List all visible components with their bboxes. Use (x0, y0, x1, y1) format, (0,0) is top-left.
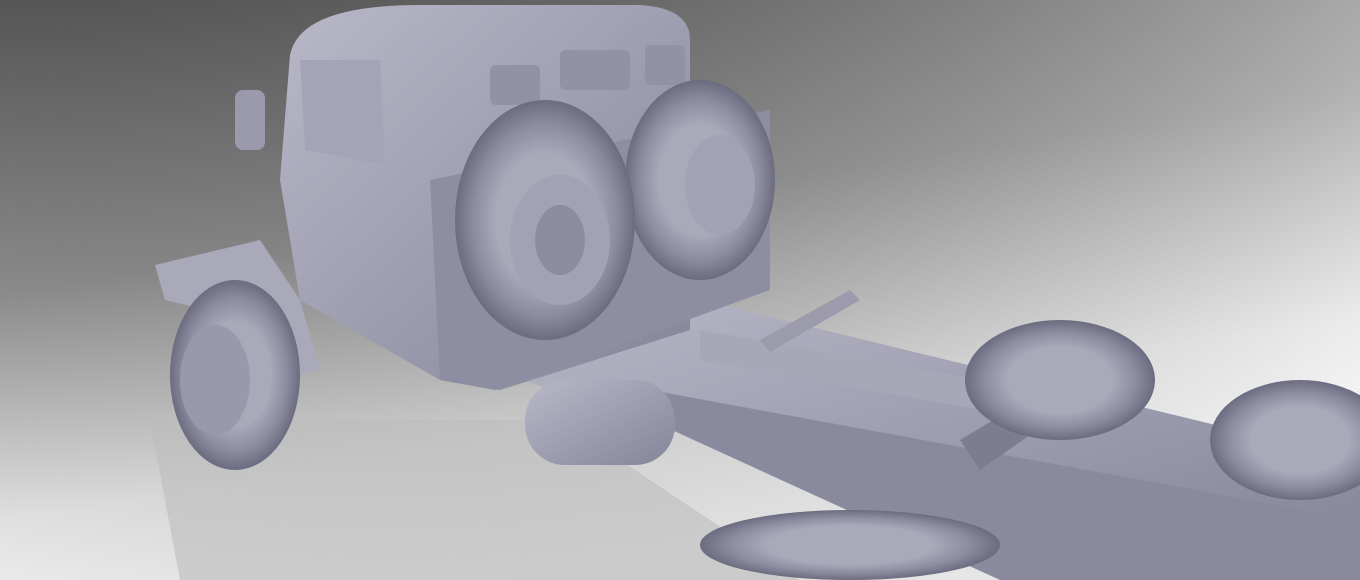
side-mirror (235, 90, 265, 150)
truck-render (0, 0, 1360, 580)
3d-viewport[interactable] (0, 0, 1360, 580)
air-tank (525, 380, 675, 465)
